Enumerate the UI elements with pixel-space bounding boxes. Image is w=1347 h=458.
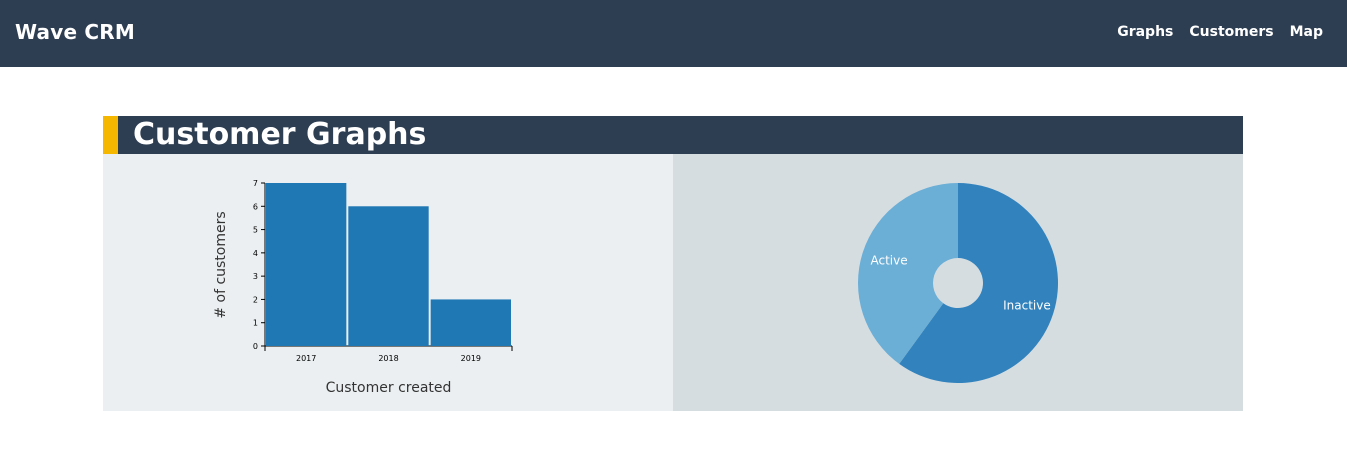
nav-link-customers[interactable]: Customers xyxy=(1189,24,1273,40)
pie-chart-panel: Inactive Active xyxy=(673,154,1243,411)
brand-logo[interactable]: Wave CRM xyxy=(15,20,135,44)
y-tick-label: 7 xyxy=(253,179,258,188)
pie-label: Inactive xyxy=(1003,298,1051,312)
y-axis-label: # of customers xyxy=(213,211,229,318)
pie-chart: Inactive Active xyxy=(858,183,1058,383)
x-tick-label: 2017 xyxy=(296,354,316,363)
y-tick-label: 5 xyxy=(253,226,258,235)
pie-label: Active xyxy=(870,254,907,268)
bar xyxy=(430,299,511,346)
y-tick-label: 0 xyxy=(253,342,258,351)
bar xyxy=(266,183,347,346)
top-navbar: Wave CRM Graphs Customers Map xyxy=(0,0,1347,67)
y-tick-label: 2 xyxy=(253,295,258,304)
x-tick-label: 2018 xyxy=(378,354,398,363)
accent-bar xyxy=(103,116,118,154)
y-tick-label: 1 xyxy=(253,319,258,328)
page-title: Customer Graphs xyxy=(133,117,427,152)
bar-chart-panel: 0 1 2 3 4 5 6 7 2017 2018 2019 Customer created # of… xyxy=(103,154,673,411)
y-tick-label: 4 xyxy=(253,249,258,258)
y-tick-label: 3 xyxy=(253,272,258,281)
bar-chart: 0 1 2 3 4 5 6 7 2017 2018 2019 Customer created # of… xyxy=(213,179,513,396)
nav-link-graphs[interactable]: Graphs xyxy=(1117,24,1173,40)
nav-link-map[interactable]: Map xyxy=(1290,24,1323,40)
y-tick-label: 6 xyxy=(253,202,258,211)
nav-links: Graphs Customers Map xyxy=(1117,24,1323,40)
bar xyxy=(348,206,429,346)
x-axis-label: Customer created xyxy=(326,380,452,396)
section-header: Customer Graphs xyxy=(103,116,1243,154)
x-tick-label: 2019 xyxy=(461,354,481,363)
